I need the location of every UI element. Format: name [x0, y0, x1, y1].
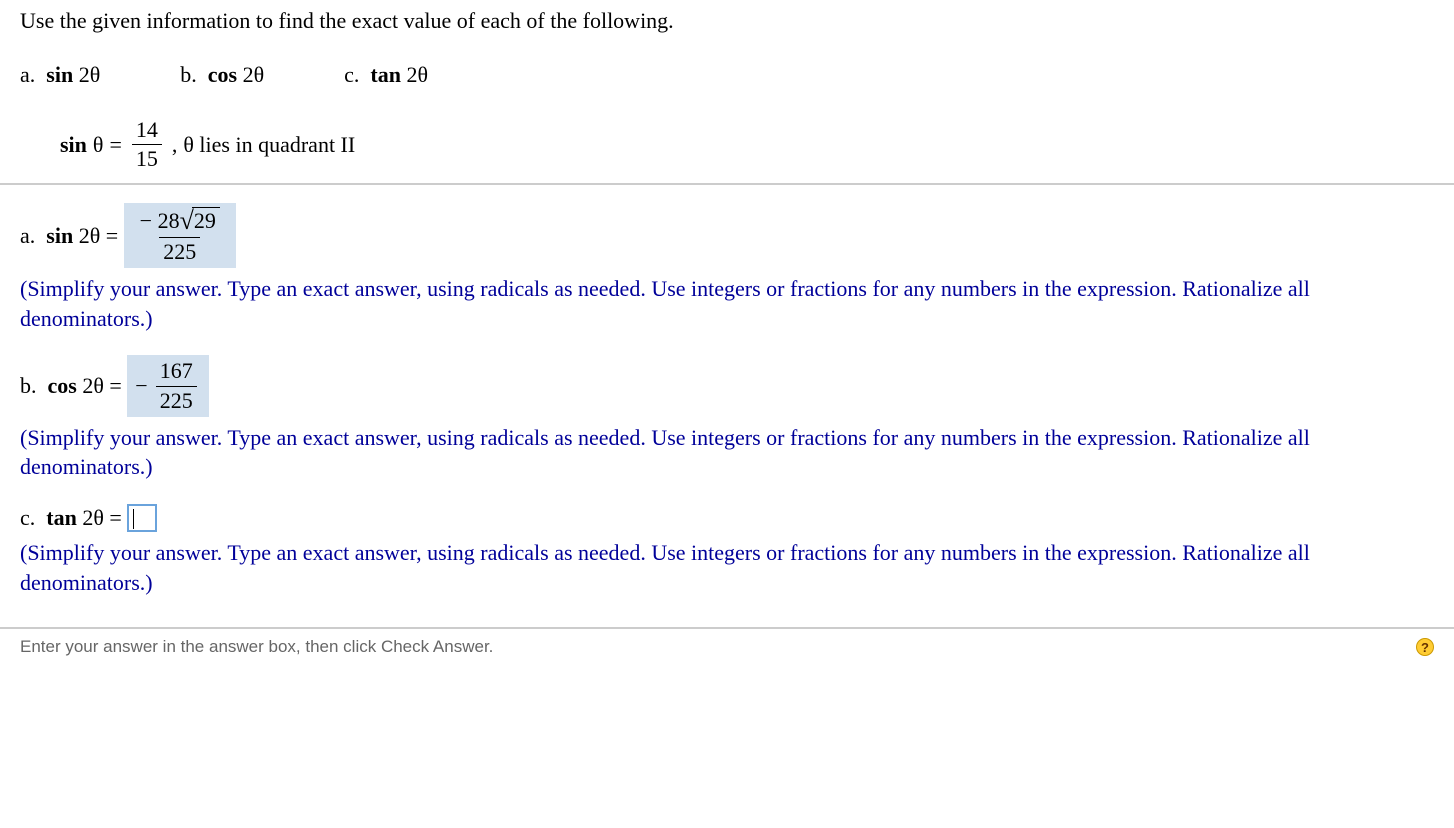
answer-a-sqrt-arg: 29 [192, 207, 220, 234]
option-a: a. sin 2θ [20, 62, 100, 88]
answer-b-denominator: 225 [156, 386, 197, 413]
answer-a-fn: sin [46, 223, 73, 249]
given-eq: = [109, 132, 121, 158]
answer-a-value[interactable]: − 28√29 225 [124, 203, 236, 268]
answer-b-hint: (Simplify your answer. Type an exact ans… [20, 423, 1434, 482]
bottom-bar: Enter your answer in the answer box, the… [0, 627, 1454, 665]
option-c: c. tan 2θ [344, 62, 428, 88]
answer-c-input[interactable] [127, 504, 157, 532]
bottom-instruction: Enter your answer in the answer box, the… [20, 637, 493, 657]
answer-b-line: b. cos 2θ = − 167 225 [20, 355, 1434, 416]
option-b-label: b. [180, 62, 197, 87]
answers-section: a. sin 2θ = − 28√29 225 (Simplify your a… [0, 185, 1454, 627]
answer-b-arg: 2θ [82, 373, 104, 399]
answer-a-label: a. [20, 223, 35, 249]
answer-b-fraction: 167 225 [156, 359, 197, 412]
option-a-label: a. [20, 62, 35, 87]
answer-a-eq: = [106, 223, 118, 249]
answer-c-fn: tan [46, 505, 77, 531]
option-c-label: c. [344, 62, 359, 87]
sqrt-icon: √29 [180, 207, 220, 234]
answer-b-value[interactable]: − 167 225 [127, 355, 208, 416]
given-note: θ lies in quadrant II [183, 132, 355, 158]
option-b-fn: cos [208, 62, 237, 87]
answer-a-arg: 2θ [79, 223, 101, 249]
option-a-arg: 2θ [79, 62, 101, 87]
given-info: sin θ = 14 15 , θ lies in quadrant II [60, 118, 1434, 171]
answer-a-denominator: 225 [159, 237, 200, 264]
answer-c: c. tan 2θ = (Simplify your answer. Type … [20, 504, 1434, 597]
answer-b-label: b. [20, 373, 37, 399]
answer-a-line: a. sin 2θ = − 28√29 225 [20, 203, 1434, 268]
option-b-arg: 2θ [243, 62, 265, 87]
question-section: Use the given information to find the ex… [0, 0, 1454, 183]
given-comma: , [172, 132, 178, 158]
help-icon[interactable]: ? [1416, 638, 1434, 656]
answer-a-numerator: − 28√29 [136, 207, 224, 236]
answer-a: a. sin 2θ = − 28√29 225 (Simplify your a… [20, 203, 1434, 333]
given-var: θ [93, 132, 104, 158]
answer-b-numerator: 167 [156, 359, 197, 385]
given-denominator: 15 [132, 144, 162, 171]
question-prompt: Use the given information to find the ex… [20, 8, 1434, 34]
given-fraction: 14 15 [132, 118, 162, 171]
answer-a-hint: (Simplify your answer. Type an exact ans… [20, 274, 1434, 333]
given-numerator: 14 [132, 118, 162, 144]
answer-b-eq: = [109, 373, 121, 399]
option-b: b. cos 2θ [180, 62, 264, 88]
question-options: a. sin 2θ b. cos 2θ c. tan 2θ [20, 62, 1434, 88]
option-a-fn: sin [46, 62, 73, 87]
given-fn: sin [60, 132, 87, 158]
answer-c-line: c. tan 2θ = [20, 504, 1434, 532]
answer-c-label: c. [20, 505, 35, 531]
answer-c-eq: = [109, 505, 121, 531]
answer-c-hint: (Simplify your answer. Type an exact ans… [20, 538, 1434, 597]
answer-b-sign: − [135, 373, 147, 399]
option-c-fn: tan [370, 62, 401, 87]
answer-b: b. cos 2θ = − 167 225 (Simplify your ans… [20, 355, 1434, 482]
answer-a-fraction: − 28√29 225 [136, 207, 224, 264]
answer-b-fn: cos [48, 373, 77, 399]
answer-c-arg: 2θ [82, 505, 104, 531]
option-c-arg: 2θ [406, 62, 428, 87]
answer-a-num-pre: − 28 [140, 208, 180, 233]
